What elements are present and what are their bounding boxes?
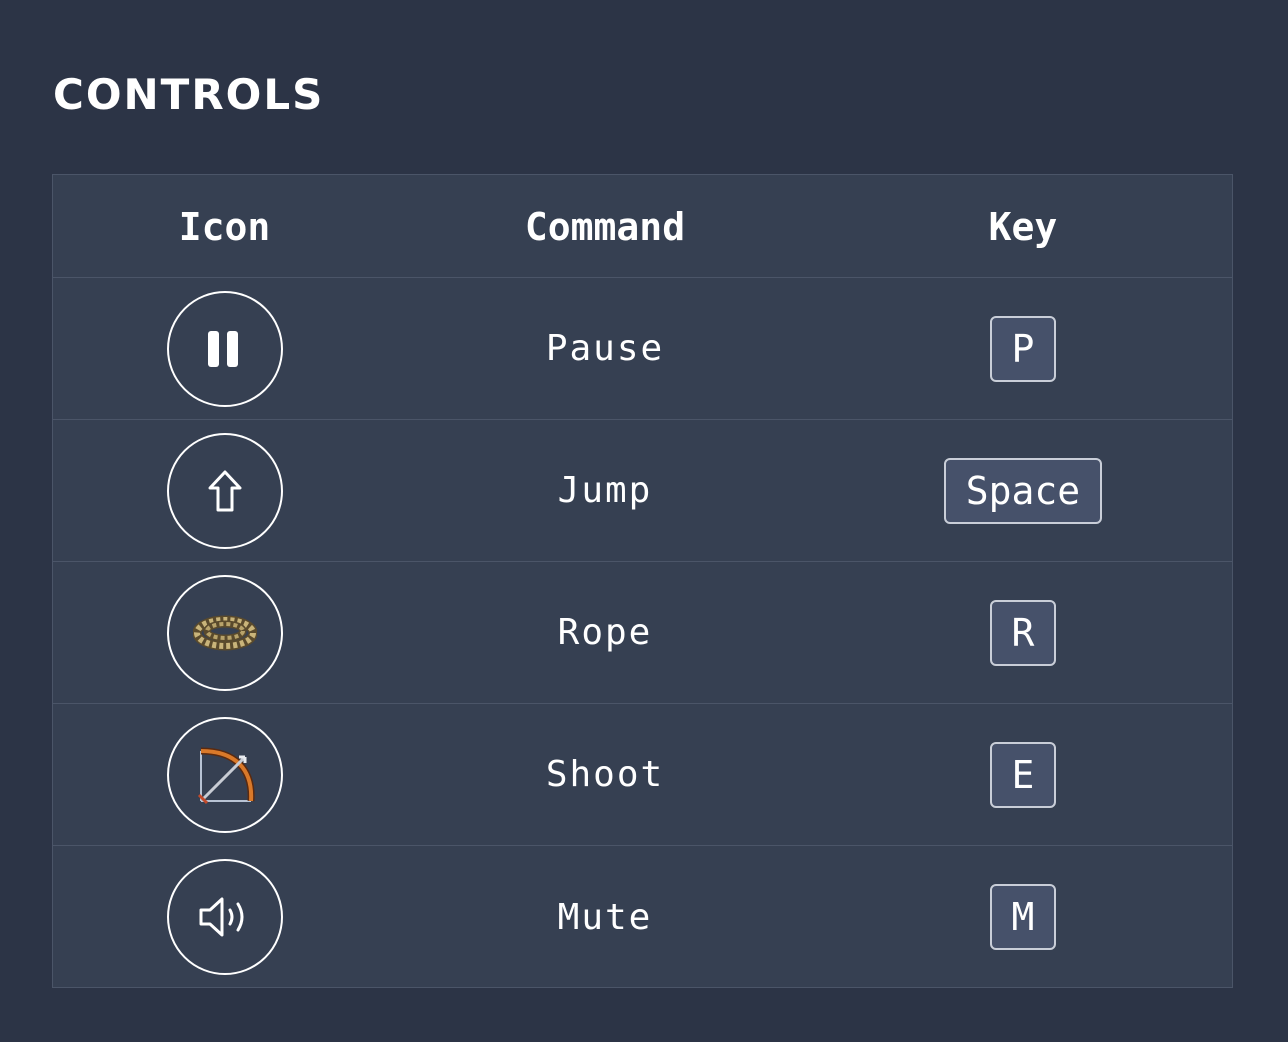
controls-table: Icon Command Key Pause P Jump Space Rope… (52, 174, 1233, 988)
column-header-key: Key (988, 205, 1058, 249)
control-row-rope: Rope R (53, 562, 1232, 704)
key-badge: P (990, 315, 1056, 382)
pause-icon (166, 290, 283, 407)
column-header-command: Command (524, 205, 686, 249)
command-label: Shoot (545, 754, 665, 795)
up-arrow-icon (166, 432, 283, 549)
column-header-icon: Icon (178, 205, 271, 249)
command-label: Rope (557, 612, 653, 653)
key-badge: Space (943, 457, 1103, 524)
command-label: Pause (545, 328, 665, 369)
command-label: Mute (557, 896, 653, 938)
speaker-icon (166, 859, 283, 975)
bow-and-arrow-icon (166, 716, 283, 833)
controls-panel: CONTROLS Icon Command Key Pause P Jump S… (0, 0, 1288, 1042)
rope-icon (166, 574, 283, 691)
key-badge: R (990, 599, 1056, 666)
command-label: Jump (557, 470, 653, 511)
key-badge: M (990, 884, 1056, 950)
control-row-pause: Pause P (53, 278, 1232, 420)
panel-title: CONTROLS (53, 70, 325, 119)
key-badge: E (990, 741, 1056, 808)
control-row-shoot: Shoot E (53, 704, 1232, 846)
control-row-jump: Jump Space (53, 420, 1232, 562)
table-header: Icon Command Key (53, 175, 1232, 278)
control-row-mute: Mute M (53, 846, 1232, 988)
